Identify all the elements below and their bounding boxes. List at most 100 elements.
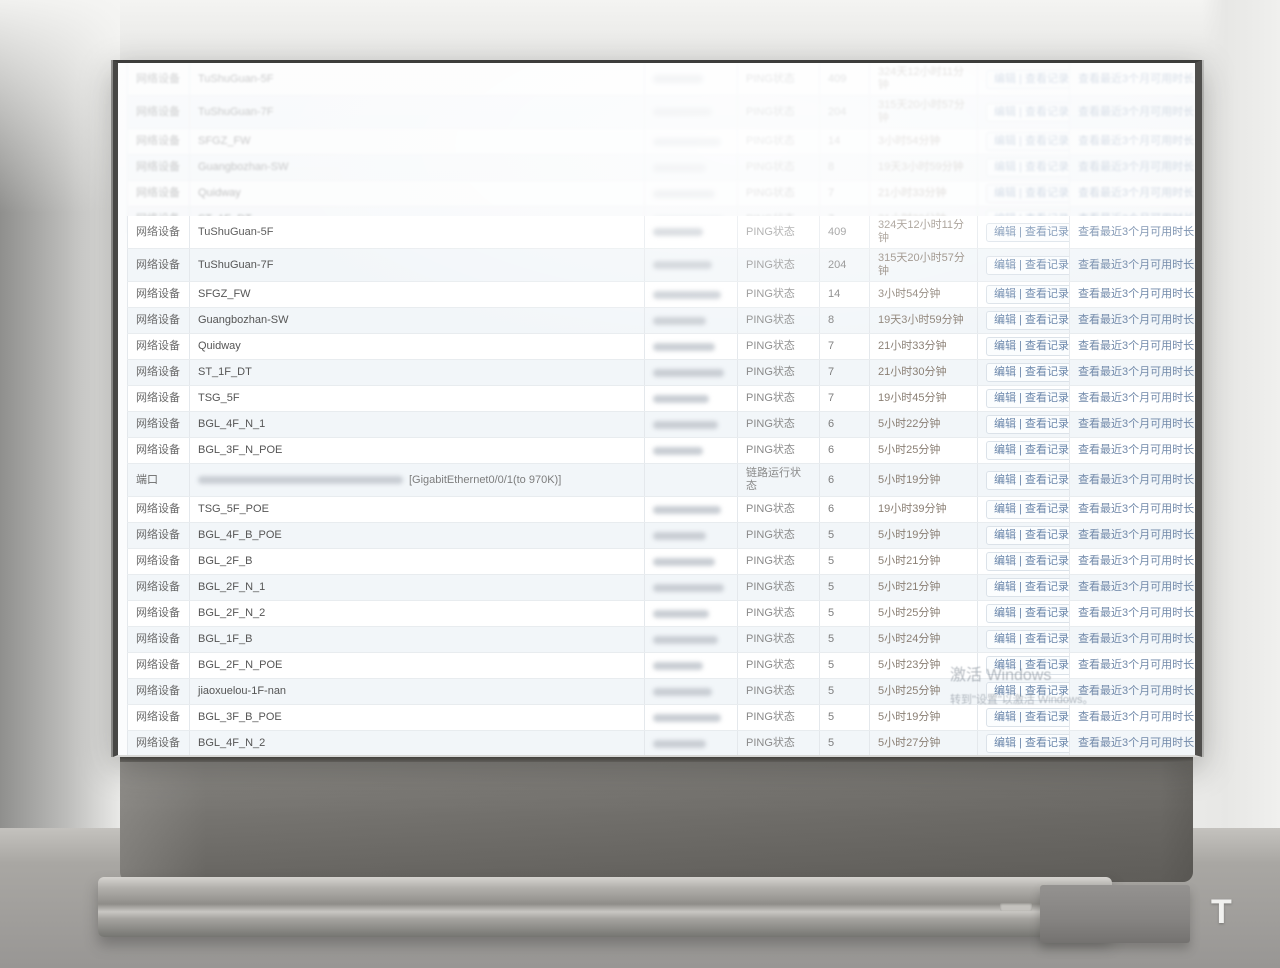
edit-view-records-button[interactable]: 编辑 | 查看记录 <box>986 70 1070 89</box>
fault-duration-cell: 19天3小时59分钟 <box>870 308 978 333</box>
view-availability-link[interactable]: 查看最近3个月可用时长 <box>1078 259 1194 272</box>
view-availability-link[interactable]: 查看最近3个月可用时长 <box>1078 474 1194 487</box>
edit-view-records-button[interactable]: 编辑 | 查看记录 <box>986 552 1070 571</box>
view-availability-link[interactable]: 查看最近3个月可用时长 <box>1078 555 1194 568</box>
view-availability-link[interactable]: 查看最近3个月可用时长 <box>1078 392 1194 405</box>
view-availability-link[interactable]: 查看最近3个月可用时长 <box>1078 187 1194 200</box>
device-name-label: BGL_1F_B <box>198 633 252 646</box>
view-availability-link[interactable]: 查看最近3个月可用时长 <box>1078 581 1194 594</box>
view-availability-link[interactable]: 查看最近3个月可用时长 <box>1078 711 1194 724</box>
availability-cell: 查看最近3个月可用时长 <box>1070 129 1196 154</box>
ip-blurred <box>653 369 724 377</box>
table-row: 网络设备BGL_2F_N_1PING状态55小时21分钟编辑 | 查看记录查看最… <box>127 575 1196 601</box>
availability-cell: 查看最近3个月可用时长 <box>1070 627 1196 652</box>
view-availability-link[interactable]: 查看最近3个月可用时长 <box>1078 366 1194 379</box>
view-availability-link[interactable]: 查看最近3个月可用时长 <box>1078 314 1194 327</box>
table-row: 网络设备BGL_2F_N_POEPING状态55小时23分钟编辑 | 查看记录查… <box>127 653 1196 679</box>
edit-view-records-button[interactable]: 编辑 | 查看记录 <box>986 337 1070 356</box>
fault-duration-cell: 19天3小时59分钟 <box>870 155 978 180</box>
monitor-type-label: PING状态 <box>746 392 795 405</box>
fault-count-value: 5 <box>828 659 834 672</box>
edit-view-records-button[interactable]: 编辑 | 查看记录 <box>986 682 1070 701</box>
fault-count-value: 6 <box>828 474 834 487</box>
view-availability-link[interactable]: 查看最近3个月可用时长 <box>1078 161 1194 174</box>
edit-view-records-button[interactable]: 编辑 | 查看记录 <box>986 363 1070 382</box>
view-availability-link[interactable]: 查看最近3个月可用时长 <box>1078 529 1194 542</box>
actions-cell: 编辑 | 查看记录 <box>978 549 1070 574</box>
device-type-cell: 网络设备 <box>127 63 190 95</box>
monitor-type-cell: PING状态 <box>738 386 820 411</box>
monitor-type-cell: PING状态 <box>738 181 820 206</box>
edit-view-records-button[interactable]: 编辑 | 查看记录 <box>986 604 1070 623</box>
view-availability-link[interactable]: 查看最近3个月可用时长 <box>1078 106 1194 119</box>
monitor-type-cell: PING状态 <box>738 282 820 307</box>
monitor-type-label: PING状态 <box>746 135 795 148</box>
view-availability-link[interactable]: 查看最近3个月可用时长 <box>1078 633 1194 646</box>
edit-view-records-button[interactable]: 编辑 | 查看记录 <box>986 656 1070 675</box>
edit-view-records-button[interactable]: 编辑 | 查看记录 <box>986 415 1070 434</box>
ip-address-cell <box>645 282 738 307</box>
availability-cell: 查看最近3个月可用时长 <box>1070 438 1196 463</box>
actions-cell: 编辑 | 查看记录 <box>978 129 1070 154</box>
fault-duration-value: 21小时30分钟 <box>878 366 946 379</box>
monitor-type-label: PING状态 <box>746 633 795 646</box>
view-availability-link[interactable]: 查看最近3个月可用时长 <box>1078 737 1194 750</box>
monitor-type-label: PING状态 <box>746 418 795 431</box>
fault-count-cell: 7 <box>820 181 870 206</box>
ip-address-cell <box>645 438 738 463</box>
edit-view-records-button[interactable]: 编辑 | 查看记录 <box>986 223 1070 242</box>
edit-view-records-button[interactable]: 编辑 | 查看记录 <box>986 158 1070 177</box>
edit-view-records-button[interactable]: 编辑 | 查看记录 <box>986 708 1070 727</box>
ip-blurred <box>653 714 721 722</box>
table-row: 网络设备ST_1F_DTPING状态721小时30分钟编辑 | 查看记录查看最近… <box>127 360 1196 386</box>
view-availability-link[interactable]: 查看最近3个月可用时长 <box>1078 607 1194 620</box>
table-row: 网络设备QuidwayPING状态721小时33分钟编辑 | 查看记录查看最近3… <box>127 334 1196 360</box>
device-name-cell: BGL_2F_N_1 <box>190 575 645 600</box>
ip-address-cell <box>645 386 738 411</box>
table-row: 网络设备Guangbozhan-SWPING状态819天3小时59分钟编辑 | … <box>127 155 1196 181</box>
fault-duration-value: 5小时21分钟 <box>878 555 940 568</box>
edit-view-records-button[interactable]: 编辑 | 查看记录 <box>986 441 1070 460</box>
monitor-type-cell: PING状态 <box>738 412 820 437</box>
device-type-cell: 网络设备 <box>127 575 190 600</box>
edit-view-records-button[interactable]: 编辑 | 查看记录 <box>986 132 1070 151</box>
edit-view-records-button[interactable]: 编辑 | 查看记录 <box>986 103 1070 122</box>
view-availability-link[interactable]: 查看最近3个月可用时长 <box>1078 685 1194 698</box>
device-name-label: TSG_5F_POE <box>198 503 269 516</box>
view-availability-link[interactable]: 查看最近3个月可用时长 <box>1078 659 1194 672</box>
edit-view-records-button[interactable]: 编辑 | 查看记录 <box>986 734 1070 753</box>
monitor-lower-chassis <box>120 757 1193 882</box>
actions-cell: 编辑 | 查看记录 <box>978 575 1070 600</box>
ip-blurred <box>653 138 721 146</box>
device-type-cell: 网络设备 <box>127 705 190 730</box>
view-availability-link[interactable]: 查看最近3个月可用时长 <box>1078 288 1194 301</box>
view-availability-link[interactable]: 查看最近3个月可用时长 <box>1078 444 1194 457</box>
edit-view-records-button[interactable]: 编辑 | 查看记录 <box>986 184 1070 203</box>
monitor-type-label: PING状态 <box>746 161 795 174</box>
edit-view-records-button[interactable]: 编辑 | 查看记录 <box>986 630 1070 649</box>
edit-view-records-button[interactable]: 编辑 | 查看记录 <box>986 389 1070 408</box>
edit-view-records-button[interactable]: 编辑 | 查看记录 <box>986 256 1070 275</box>
fault-count-value: 204 <box>828 106 846 119</box>
edit-view-records-button[interactable]: 编辑 | 查看记录 <box>986 526 1070 545</box>
view-availability-link[interactable]: 查看最近3个月可用时长 <box>1078 226 1194 239</box>
ip-blurred <box>653 532 706 540</box>
edit-view-records-button[interactable]: 编辑 | 查看记录 <box>986 285 1070 304</box>
fault-duration-cell: 19小时39分钟 <box>870 497 978 522</box>
device-name-label: TSG_5F <box>198 392 240 405</box>
view-availability-link[interactable]: 查看最近3个月可用时长 <box>1078 503 1194 516</box>
view-availability-link[interactable]: 查看最近3个月可用时长 <box>1078 340 1194 353</box>
edit-view-records-button[interactable]: 编辑 | 查看记录 <box>986 578 1070 597</box>
ip-address-cell <box>645 181 738 206</box>
view-availability-link[interactable]: 查看最近3个月可用时长 <box>1078 135 1194 148</box>
fault-duration-value: 5小时19分钟 <box>878 474 940 487</box>
view-availability-link[interactable]: 查看最近3个月可用时长 <box>1078 418 1194 431</box>
fault-duration-cell: 5小时25分钟 <box>870 601 978 626</box>
view-availability-link[interactable]: 查看最近3个月可用时长 <box>1078 73 1194 86</box>
edit-view-records-button[interactable]: 编辑 | 查看记录 <box>986 311 1070 330</box>
monitor-type-cell: 链路运行状态 <box>738 464 820 496</box>
edit-view-records-button[interactable]: 编辑 | 查看记录 <box>986 471 1070 490</box>
blurred-name-prefix <box>198 476 403 484</box>
edit-view-records-button[interactable]: 编辑 | 查看记录 <box>986 500 1070 519</box>
fault-count-value: 409 <box>828 226 846 239</box>
